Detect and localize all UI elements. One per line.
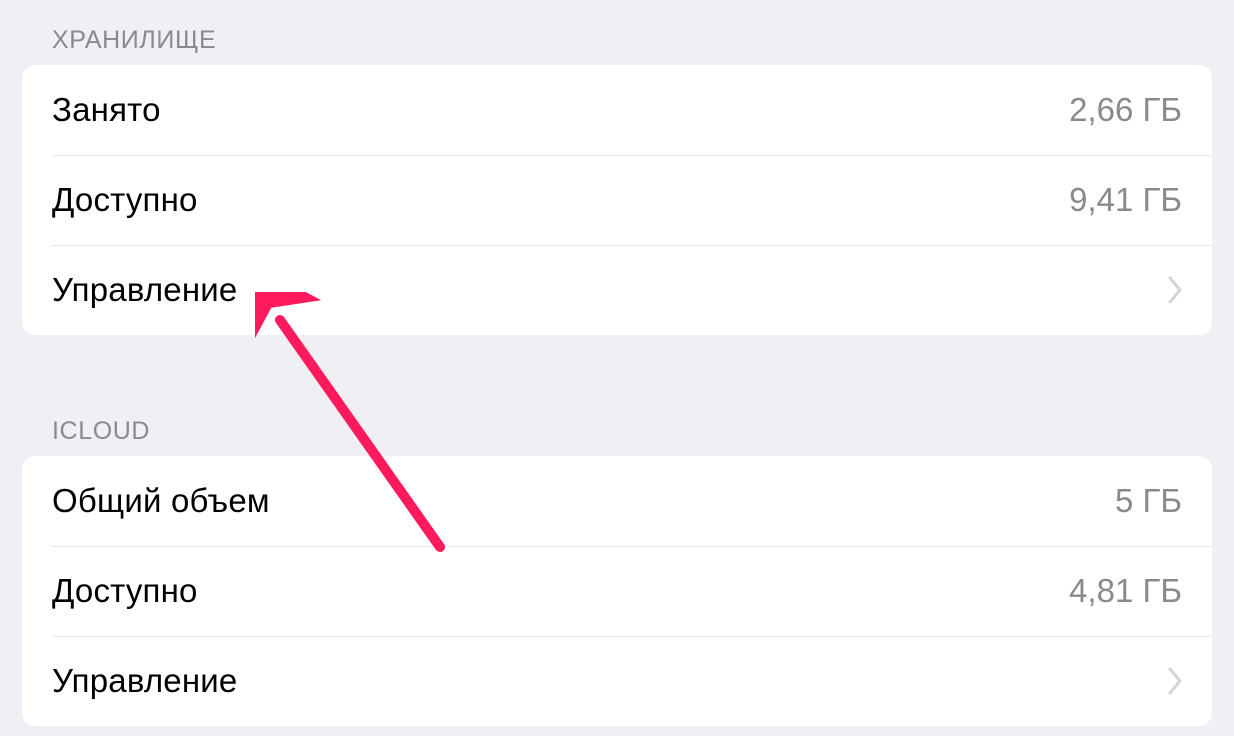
storage-section-header: ХРАНИЛИЩЕ (0, 14, 1234, 65)
settings-storage-screen: ХРАНИЛИЩЕ Занято 2,66 ГБ Доступно 9,41 Г… (0, 0, 1234, 726)
chevron-right-icon (1168, 276, 1182, 304)
icloud-available-row: Доступно 4,81 ГБ (22, 546, 1212, 636)
icloud-section-header: ICLOUD (0, 405, 1234, 456)
storage-manage-row[interactable]: Управление (22, 245, 1212, 335)
icloud-total-row: Общий объем 5 ГБ (22, 456, 1212, 546)
icloud-available-value: 4,81 ГБ (1069, 572, 1182, 610)
storage-group: Занято 2,66 ГБ Доступно 9,41 ГБ Управлен… (22, 65, 1212, 335)
icloud-total-value: 5 ГБ (1115, 482, 1182, 520)
icloud-available-label: Доступно (52, 572, 198, 610)
storage-available-row: Доступно 9,41 ГБ (22, 155, 1212, 245)
storage-used-row: Занято 2,66 ГБ (22, 65, 1212, 155)
icloud-group: Общий объем 5 ГБ Доступно 4,81 ГБ Управл… (22, 456, 1212, 726)
chevron-right-icon (1168, 667, 1182, 695)
storage-manage-label: Управление (52, 271, 237, 309)
storage-used-value: 2,66 ГБ (1069, 91, 1182, 129)
storage-available-value: 9,41 ГБ (1069, 181, 1182, 219)
storage-available-label: Доступно (52, 181, 198, 219)
storage-used-label: Занято (52, 91, 161, 129)
icloud-manage-label: Управление (52, 662, 237, 700)
icloud-manage-row[interactable]: Управление (22, 636, 1212, 726)
icloud-total-label: Общий объем (52, 482, 270, 520)
